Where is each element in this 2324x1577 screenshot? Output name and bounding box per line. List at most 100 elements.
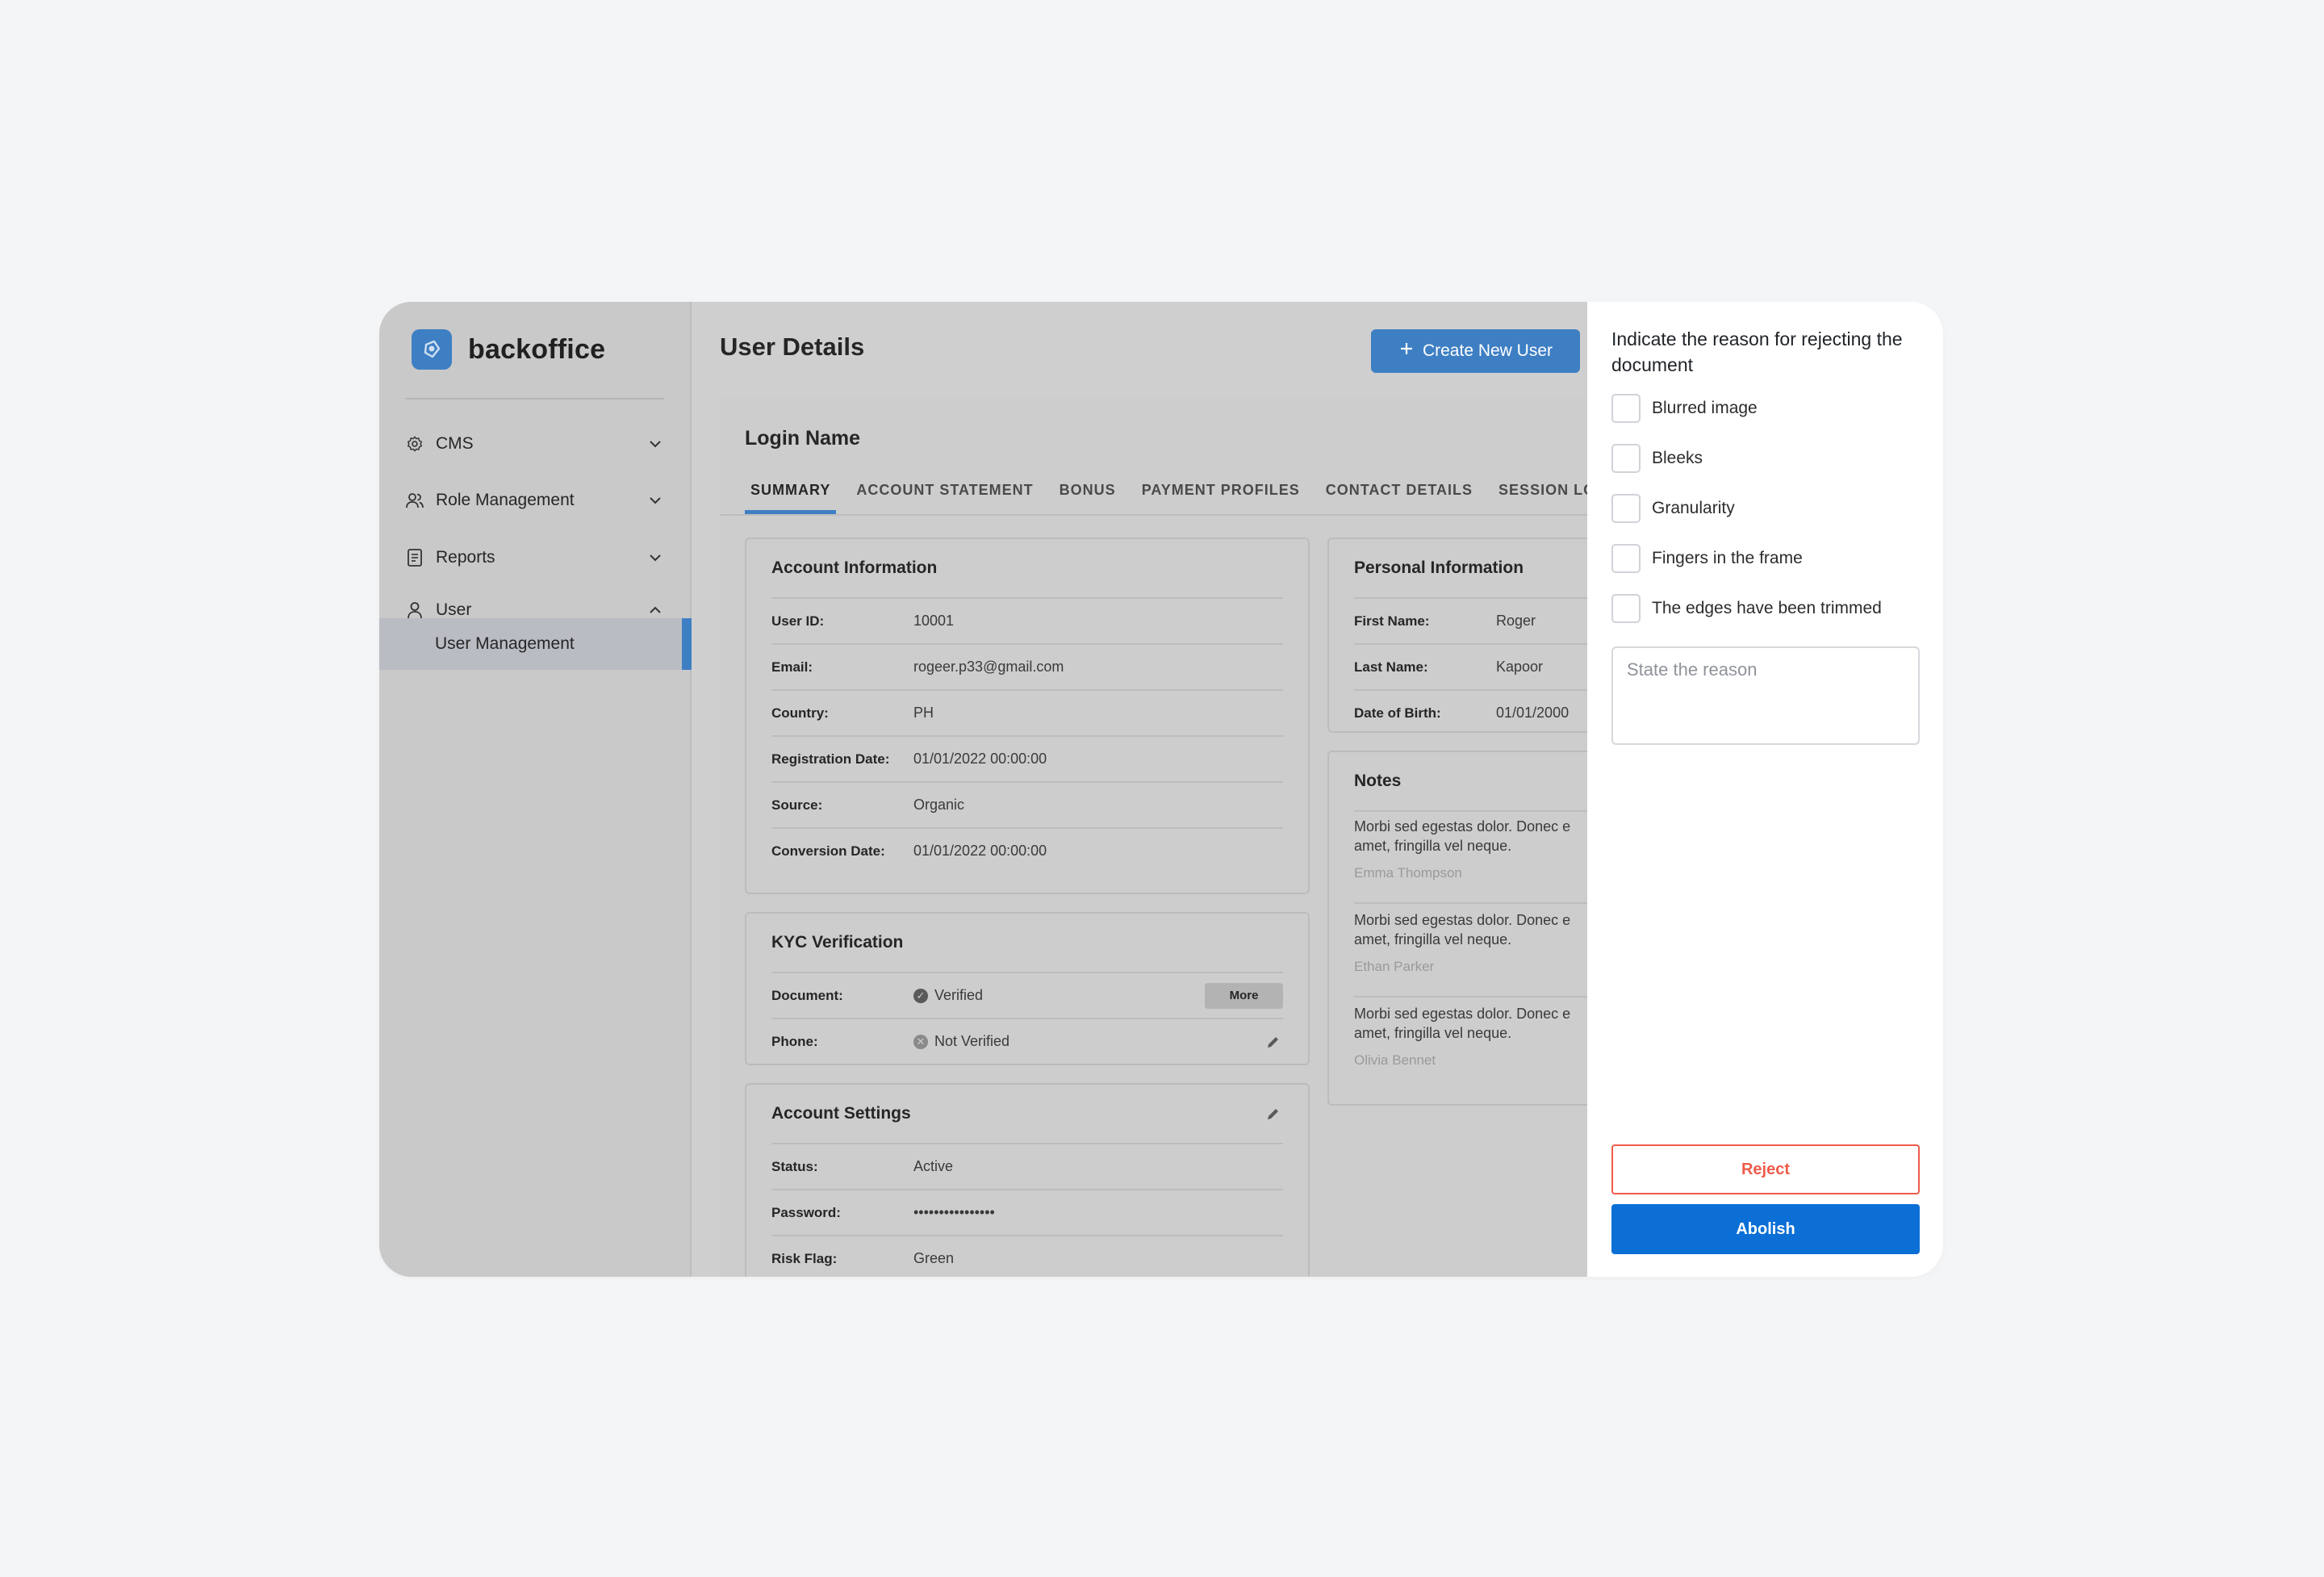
option-label: The edges have been trimmed bbox=[1652, 599, 1882, 617]
personal-information-panel: Personal Information First Name: Roger La… bbox=[1327, 538, 1587, 733]
settings-row: Status: Active bbox=[771, 1143, 1283, 1189]
note-text-line: Morbi sed egestas dolor. Donec e bbox=[1354, 912, 1571, 928]
sidebar-item-label: Role Management bbox=[436, 491, 575, 509]
user-details-card: Login Name SUMMARY ACCOUNT STATEMENT BON… bbox=[720, 397, 1587, 1277]
row-value: Organic bbox=[913, 797, 965, 813]
row-key: Status: bbox=[771, 1158, 818, 1174]
phone-status: Not Verified bbox=[934, 1033, 1010, 1049]
option-label: Granularity bbox=[1652, 499, 1735, 517]
option-bleeks[interactable]: Bleeks bbox=[1611, 444, 1703, 473]
option-blurred-image[interactable]: Blurred image bbox=[1611, 394, 1758, 423]
panel-title: Notes bbox=[1354, 772, 1402, 790]
sidebar-item-user-management[interactable]: User Management bbox=[379, 618, 692, 670]
option-edges-trimmed[interactable]: The edges have been trimmed bbox=[1611, 594, 1882, 623]
check-circle-icon: ✓ bbox=[913, 988, 928, 1003]
notes-divider bbox=[1354, 996, 1587, 998]
sidebar: backoffice CMS Role Management Reports U… bbox=[379, 302, 692, 1277]
info-row: Source: Organic bbox=[771, 781, 1283, 827]
x-circle-icon: ✕ bbox=[913, 1034, 928, 1049]
option-label: Fingers in the frame bbox=[1652, 549, 1803, 567]
note-item: Morbi sed egestas dolor. Donec e amet, f… bbox=[1354, 1004, 1587, 1070]
option-granularity[interactable]: Granularity bbox=[1611, 494, 1735, 523]
row-key: Date of Birth: bbox=[1354, 705, 1441, 721]
panel-title: Account Settings bbox=[771, 1104, 911, 1123]
tab-session-log[interactable]: SESSION LO bbox=[1493, 479, 1587, 514]
tab-account-statement[interactable]: ACCOUNT STATEMENT bbox=[851, 479, 1039, 514]
sidebar-item-role-management[interactable]: Role Management bbox=[405, 483, 664, 518]
info-row: Last Name: Kapoor bbox=[1354, 643, 1587, 689]
abolish-button[interactable]: Abolish bbox=[1611, 1204, 1920, 1254]
row-value: rogeer.p33@gmail.com bbox=[913, 659, 1064, 675]
sidebar-item-cms[interactable]: CMS bbox=[405, 426, 664, 462]
info-row: Email: rogeer.p33@gmail.com bbox=[771, 643, 1283, 689]
info-row: User ID: 10001 bbox=[771, 597, 1283, 643]
row-key: Document: bbox=[771, 987, 843, 1003]
option-label: Bleeks bbox=[1652, 449, 1703, 467]
info-row: Country: PH bbox=[771, 689, 1283, 735]
main-content: User Details Create New User Login Name … bbox=[693, 302, 1587, 1277]
row-key: Password: bbox=[771, 1204, 841, 1220]
sidebar-item-label: Reports bbox=[436, 548, 495, 567]
note-text-line: Morbi sed egestas dolor. Donec e bbox=[1354, 1006, 1571, 1022]
row-key: First Name: bbox=[1354, 613, 1430, 629]
active-indicator bbox=[682, 618, 692, 670]
row-key: Phone: bbox=[771, 1033, 818, 1049]
checkbox[interactable] bbox=[1611, 494, 1641, 523]
reason-textarea[interactable] bbox=[1611, 646, 1920, 745]
notes-divider bbox=[1354, 810, 1587, 812]
row-key: Email: bbox=[771, 659, 813, 675]
create-new-user-label: Create New User bbox=[1422, 341, 1553, 360]
row-key: Conversion Date: bbox=[771, 843, 885, 859]
tab-bonus[interactable]: BONUS bbox=[1054, 479, 1122, 514]
row-key: Registration Date: bbox=[771, 751, 890, 767]
settings-row: Password: •••••••••••••••• bbox=[771, 1189, 1283, 1235]
settings-row: Risk Flag: Green bbox=[771, 1235, 1283, 1277]
note-author: Ethan Parker bbox=[1354, 959, 1435, 974]
row-key: Source: bbox=[771, 797, 823, 813]
app-window: backoffice CMS Role Management Reports U… bbox=[379, 302, 1943, 1277]
panel-title: KYC Verification bbox=[771, 933, 904, 952]
tab-contact-details[interactable]: CONTACT DETAILS bbox=[1320, 479, 1478, 514]
row-value: 01/01/2000 bbox=[1496, 705, 1570, 721]
more-button[interactable]: More bbox=[1205, 982, 1283, 1009]
tab-payment-profiles[interactable]: PAYMENT PROFILES bbox=[1136, 479, 1306, 514]
note-text-line: amet, fringilla vel neque. bbox=[1354, 931, 1512, 947]
checkbox[interactable] bbox=[1611, 544, 1641, 573]
checkbox[interactable] bbox=[1611, 394, 1641, 423]
row-value: 01/01/2022 00:00:00 bbox=[913, 751, 1047, 767]
sidebar-item-reports[interactable]: Reports bbox=[405, 540, 664, 575]
checkbox[interactable] bbox=[1611, 444, 1641, 473]
kyc-verification-panel: KYC Verification Document: ✓ Verified Mo… bbox=[745, 912, 1310, 1065]
account-settings-panel: Account Settings Status: Active Password:… bbox=[745, 1083, 1310, 1277]
option-fingers-in-frame[interactable]: Fingers in the frame bbox=[1611, 544, 1803, 573]
row-key: User ID: bbox=[771, 613, 825, 629]
row-value: 01/01/2022 00:00:00 bbox=[913, 843, 1047, 859]
note-item: Morbi sed egestas dolor. Donec e amet, f… bbox=[1354, 910, 1587, 977]
tab-bar: SUMMARY ACCOUNT STATEMENT BONUS PAYMENT … bbox=[745, 479, 1587, 514]
login-name-title: Login Name bbox=[745, 427, 861, 450]
row-value: Active bbox=[913, 1158, 954, 1174]
pencil-icon[interactable] bbox=[1264, 1104, 1283, 1123]
reject-reason-drawer: Indicate the reason for rejecting the do… bbox=[1587, 302, 1943, 1277]
row-value: ✕ Not Verified bbox=[913, 1033, 1264, 1050]
sidebar-item-label: CMS bbox=[436, 434, 474, 453]
sidebar-item-label: User bbox=[436, 600, 472, 619]
checkbox[interactable] bbox=[1611, 594, 1641, 623]
row-value: ✓ Verified bbox=[913, 987, 1205, 1004]
create-new-user-button[interactable]: Create New User bbox=[1371, 329, 1580, 373]
option-label: Blurred image bbox=[1652, 399, 1758, 417]
panel-title: Account Information bbox=[771, 558, 938, 577]
row-value: 10001 bbox=[913, 613, 955, 629]
reject-button[interactable]: Reject bbox=[1611, 1144, 1920, 1194]
kyc-phone-row: Phone: ✕ Not Verified bbox=[771, 1018, 1283, 1064]
plus-icon bbox=[1398, 341, 1415, 362]
dimmed-background: backoffice CMS Role Management Reports U… bbox=[379, 302, 1587, 1277]
pencil-icon[interactable] bbox=[1264, 1032, 1283, 1052]
notes-panel: Notes Morbi sed egestas dolor. Donec e a… bbox=[1327, 751, 1587, 1106]
kyc-document-row: Document: ✓ Verified More bbox=[771, 972, 1283, 1018]
note-text-line: amet, fringilla vel neque. bbox=[1354, 838, 1512, 854]
row-value: Kapoor bbox=[1496, 659, 1544, 675]
tab-summary[interactable]: SUMMARY bbox=[745, 479, 837, 514]
brand-name: backoffice bbox=[468, 333, 606, 365]
info-row: Date of Birth: 01/01/2000 bbox=[1354, 689, 1587, 735]
